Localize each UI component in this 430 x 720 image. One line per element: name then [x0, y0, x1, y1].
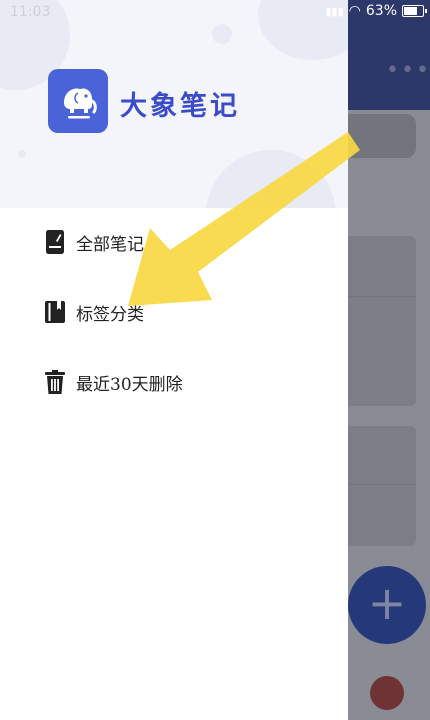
battery-icon	[402, 5, 427, 17]
menu-item-label: 标签分类	[76, 304, 144, 325]
menu-item-tag-categories[interactable]: 标签分类	[44, 294, 144, 330]
menu-item-recently-deleted[interactable]: 最近30天删除	[44, 364, 183, 400]
app-name: 大象笔记	[120, 91, 240, 122]
decorative-bubble	[18, 150, 26, 158]
decorative-bubble	[212, 24, 232, 44]
menu-item-all-notes[interactable]: 全部笔记	[44, 224, 144, 260]
menu-item-label: 全部笔记	[76, 234, 144, 255]
trash-icon	[44, 369, 66, 395]
navigation-drawer: 大象笔记 全部笔记 标签分类 最近30天删除	[0, 0, 348, 720]
status-indicators: ▮▮▮ ◠ 63%	[325, 3, 427, 19]
menu-item-label: 最近30天删除	[76, 374, 183, 395]
note-icon	[44, 229, 66, 255]
status-time: 11:03	[10, 4, 51, 20]
wifi-icon: ◠	[348, 3, 361, 19]
decorative-bubble	[206, 150, 336, 208]
elephant-logo-icon	[48, 69, 108, 133]
battery-percent: 63%	[365, 3, 397, 19]
screen: ••• + 大象笔记 全部笔记 标签分类 最近30天删除 11:03 ▮▮▮ ◠…	[0, 0, 430, 720]
notebook-icon	[44, 299, 66, 325]
status-bar: 11:03 ▮▮▮ ◠ 63%	[0, 0, 430, 26]
signal-icon: ▮▮▮	[325, 4, 344, 18]
drawer-header: 大象笔记	[0, 0, 348, 208]
